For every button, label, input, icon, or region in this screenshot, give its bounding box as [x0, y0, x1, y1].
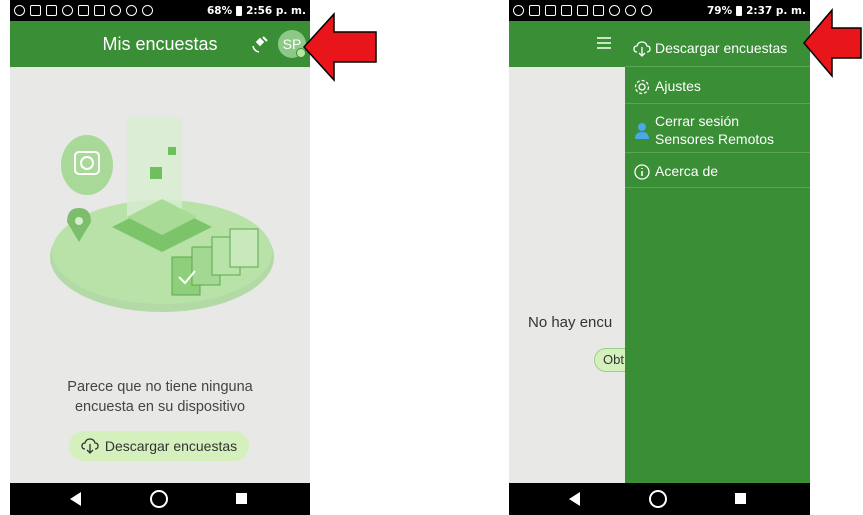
home-button[interactable] [150, 490, 168, 508]
cloud-download-icon [633, 41, 651, 57]
battery-percent: 79% [706, 4, 733, 17]
menu-item-about[interactable]: Acerca de [625, 163, 810, 185]
clock: 2:56 p. m. [246, 4, 306, 17]
battery-percent: 68% [206, 4, 233, 17]
menu-item-label: Descargar encuestas [655, 40, 788, 56]
gear-icon [634, 79, 650, 95]
menu-item-settings[interactable]: Ajustes [625, 78, 810, 100]
phone-screenshot-right: 79% 2:37 p. m. No hay encu Obt Descargar… [509, 0, 810, 515]
satellite-icon[interactable] [250, 34, 270, 54]
recent-apps-button[interactable] [236, 493, 247, 504]
menu-item-label: Cerrar sesión [655, 113, 740, 129]
main-content: Parece que no tiene ninguna encuesta en … [10, 67, 310, 483]
empty-state-illustration [50, 117, 274, 312]
image-icon [46, 5, 57, 16]
user-icon [635, 123, 649, 139]
menu-item-label: Acerca de [655, 163, 719, 179]
bluetooth-icon [625, 5, 636, 16]
clock: 2:37 p. m. [746, 4, 806, 17]
battery-saver-icon [561, 5, 572, 16]
red-arrow-annotation-right [803, 8, 862, 78]
info-icon [634, 164, 650, 180]
back-button[interactable] [569, 492, 580, 506]
signal-icon [545, 5, 556, 16]
menu-item-logout[interactable]: Cerrar sesión Sensores Remotos [625, 112, 810, 152]
mail-icon [30, 5, 41, 16]
menu-item-download-surveys[interactable]: Descargar encuestas [625, 40, 810, 62]
back-button[interactable] [70, 492, 81, 506]
navigation-drawer: Descargar encuestas Ajustes Cerrar sesió… [625, 21, 810, 484]
calendar-icon [593, 5, 604, 16]
empty-state-message: Parece que no tiene ninguna encuesta en … [10, 377, 310, 417]
whatsapp-icon [14, 5, 25, 16]
empty-message-line-1: Parece que no tiene ninguna [67, 379, 253, 395]
status-bar: 68% 2:56 p. m. [10, 0, 310, 21]
menu-item-label: Ajustes [655, 78, 701, 94]
android-nav-bar [509, 483, 810, 515]
status-bar: 79% 2:37 p. m. [509, 0, 810, 21]
empty-message-line-2: encuesta en su dispositivo [74, 399, 246, 415]
download-surveys-label: Descargar encuestas [104, 438, 238, 454]
app-bar: Mis encuestas SP [10, 21, 310, 67]
location-icon [62, 5, 73, 16]
alarm-icon [641, 5, 652, 16]
menu-divider [625, 103, 810, 104]
battery-icon [236, 5, 243, 16]
image-icon [529, 5, 540, 16]
phone-screenshot-left: 68% 2:56 p. m. Mis encuestas SP Parece q… [10, 0, 310, 515]
menu-divider [625, 66, 810, 67]
calendar-icon [94, 5, 105, 16]
recent-apps-button[interactable] [735, 493, 746, 504]
menu-divider [625, 152, 810, 153]
screen-icon [577, 5, 588, 16]
download-surveys-button[interactable]: Descargar encuestas [69, 431, 249, 461]
battery-icon [736, 5, 743, 16]
empty-state-message: No hay encu [528, 314, 613, 331]
cloud-download-icon [81, 438, 99, 454]
location-icon [609, 5, 620, 16]
menu-divider [625, 187, 810, 188]
whatsapp-icon [513, 5, 524, 16]
android-nav-bar [10, 483, 310, 515]
home-button[interactable] [649, 490, 667, 508]
signal-icon [78, 5, 89, 16]
location-icon [110, 5, 121, 16]
bluetooth-icon [126, 5, 137, 16]
red-arrow-annotation-left [302, 12, 377, 82]
menu-item-sublabel: Sensores Remotos [655, 131, 775, 147]
alarm-icon [142, 5, 153, 16]
